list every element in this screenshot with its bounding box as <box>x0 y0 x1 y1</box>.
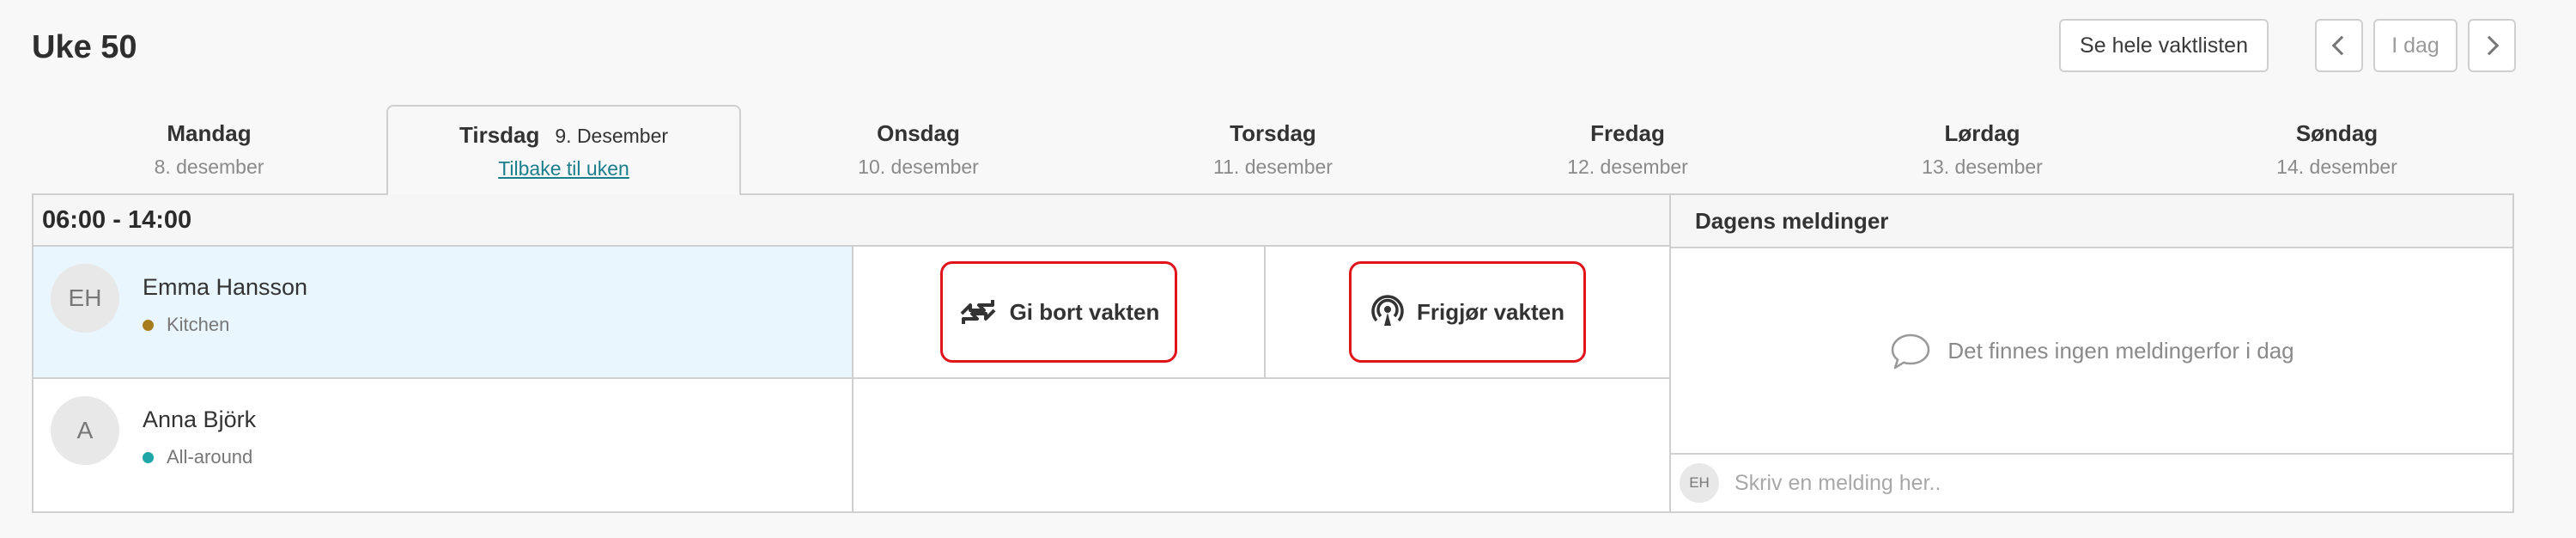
message-input[interactable] <box>1735 470 2473 496</box>
speech-bubble-icon <box>1892 333 1930 369</box>
chevron-right-icon <box>2479 35 2500 56</box>
day-tab-saturday[interactable]: Lørdag 13. desember <box>1805 105 2160 193</box>
day-name: Tirsdag <box>459 122 540 148</box>
avatar: EH <box>1680 463 1719 503</box>
page-title: Uke 50 <box>32 29 137 65</box>
previous-button[interactable] <box>2315 19 2363 72</box>
avatar: EH <box>51 264 119 333</box>
employee-role: All-around <box>143 446 252 468</box>
release-shift-button[interactable]: Frigjør vakten <box>1349 261 1586 363</box>
avatar: A <box>51 396 119 465</box>
employee-row[interactable]: A Anna Björk All-around <box>33 379 1669 511</box>
employee-role: Kitchen <box>143 314 229 336</box>
day-tab-wednesday[interactable]: Onsdag 10. desember <box>741 105 1096 193</box>
day-date: 13. desember <box>1922 156 2043 178</box>
day-name: Søndag <box>2295 120 2379 146</box>
message-compose: EH <box>1671 453 2512 511</box>
day-tabs: Mandag 8. desember Tirsdag 9. Desember T… <box>32 105 2514 195</box>
shift-panel: 06:00 - 14:00 EH Emma Hansson Kitchen Gi… <box>33 195 1671 511</box>
day-date: 14. desember <box>2276 156 2397 178</box>
broadcast-icon <box>1371 295 1404 326</box>
next-button[interactable] <box>2468 19 2516 72</box>
role-color-dot <box>143 451 154 463</box>
messages-panel: Dagens meldinger Det finnes ingen meldin… <box>1671 195 2512 511</box>
give-away-cell: Gi bort vakten <box>854 247 1266 377</box>
give-away-label: Gi bort vakten <box>1009 298 1160 325</box>
role-label: Kitchen <box>167 314 230 335</box>
day-name: Torsdag <box>1230 120 1316 146</box>
employee-info: EH Emma Hansson Kitchen <box>33 247 854 377</box>
role-label: All-around <box>167 446 253 468</box>
day-tab-monday[interactable]: Mandag 8. desember <box>32 105 386 193</box>
swap-arrows-icon <box>960 300 995 324</box>
employee-info: A Anna Björk All-around <box>33 379 854 511</box>
day-date: 10. desember <box>858 156 979 178</box>
today-button[interactable]: I dag <box>2373 19 2458 72</box>
day-name: Fredag <box>1590 120 1665 146</box>
day-date: 12. desember <box>1567 156 1688 178</box>
day-date: 11. desember <box>1213 156 1333 178</box>
messages-empty-state: Det finnes ingen meldingerfor i dag <box>1671 248 2512 454</box>
messages-title: Dagens meldinger <box>1671 195 2512 248</box>
employee-name: Anna Björk <box>143 407 257 432</box>
back-to-week-link[interactable]: Tilbake til uken <box>498 157 629 180</box>
day-board: 06:00 - 14:00 EH Emma Hansson Kitchen Gi… <box>32 193 2514 513</box>
day-tab-sunday[interactable]: Søndag 14. desember <box>2160 105 2514 193</box>
day-tab-friday[interactable]: Fredag 12. desember <box>1450 105 1805 193</box>
employee-row[interactable]: EH Emma Hansson Kitchen Gi bort vakten F… <box>33 247 1669 379</box>
top-actions: Se hele vaktlisten I dag <box>2059 19 2516 72</box>
week-navigation: I dag <box>2315 19 2516 72</box>
day-name: Mandag <box>167 120 252 146</box>
employee-name: Emma Hansson <box>143 274 308 300</box>
day-tab-tuesday[interactable]: Tirsdag 9. Desember Tilbake til uken <box>386 105 741 195</box>
give-away-shift-button[interactable]: Gi bort vakten <box>940 261 1177 363</box>
day-tab-thursday[interactable]: Torsdag 11. desember <box>1096 105 1450 193</box>
empty-messages-text: Det finnes ingen meldingerfor i dag <box>1947 338 2294 364</box>
role-color-dot <box>143 319 154 331</box>
day-name: Onsdag <box>877 120 960 146</box>
release-cell: Frigjør vakten <box>1266 247 1669 377</box>
release-label: Frigjør vakten <box>1417 298 1564 325</box>
chevron-left-icon <box>2331 35 2352 56</box>
day-date: 9. Desember <box>555 125 669 147</box>
day-name: Lørdag <box>1944 120 2020 146</box>
day-date: 8. desember <box>154 156 264 178</box>
view-full-list-button[interactable]: Se hele vaktlisten <box>2059 19 2269 72</box>
shift-time-header: 06:00 - 14:00 <box>33 195 1669 247</box>
